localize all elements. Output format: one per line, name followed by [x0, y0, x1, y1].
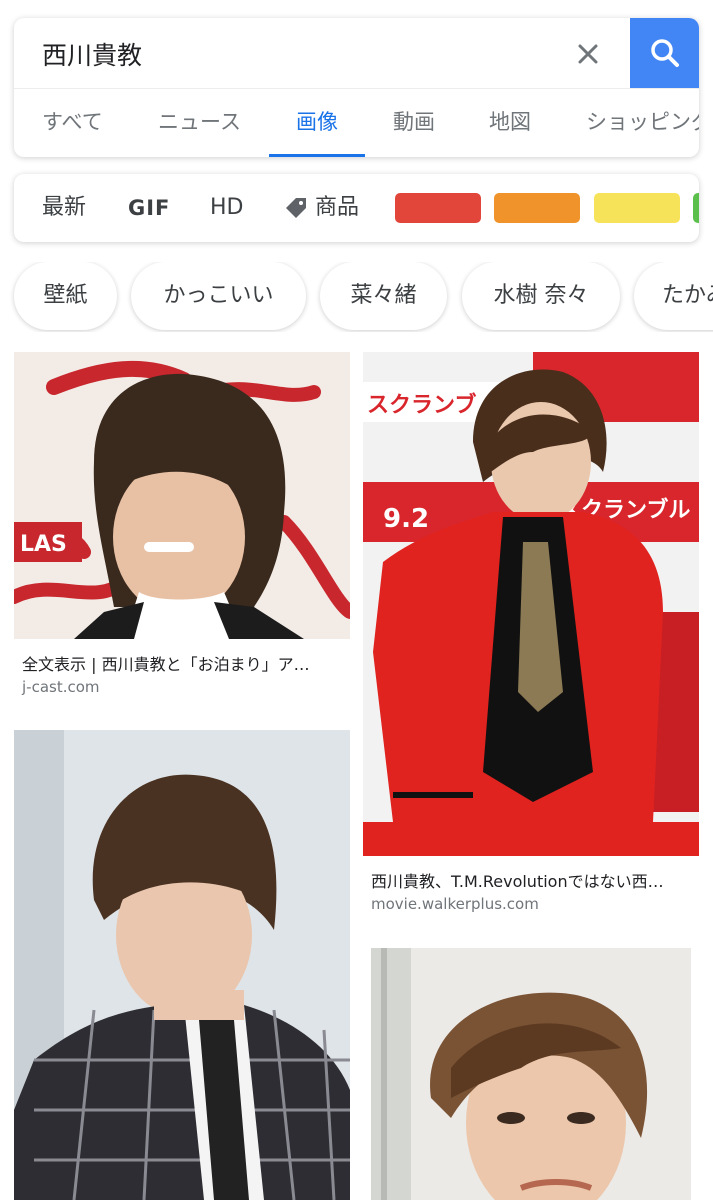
chip-mizuki-nana[interactable]: 水樹 奈々: [462, 262, 620, 330]
result-image: スクランブ 9.2 スクランブル: [363, 352, 699, 856]
result-thumbnail[interactable]: LAS: [14, 352, 350, 639]
result-source: j-cast.com: [22, 678, 100, 696]
result-thumbnail[interactable]: [371, 948, 691, 1200]
tab-news[interactable]: ニュース: [158, 89, 241, 157]
close-icon: [578, 44, 598, 64]
filter-products[interactable]: 商品: [315, 174, 359, 242]
clear-button[interactable]: [566, 32, 610, 76]
result-thumbnail[interactable]: スクランブ 9.2 スクランブル: [363, 352, 699, 856]
tab-shopping[interactable]: ショッピング: [586, 89, 699, 157]
color-filter-yellow[interactable]: [594, 193, 680, 223]
search-input[interactable]: [42, 32, 522, 76]
chip-wallpaper[interactable]: 壁紙: [14, 262, 117, 330]
image-result[interactable]: [14, 730, 350, 1200]
tag-icon: [286, 198, 306, 218]
search-tabs: すべて ニュース 画像 動画 地図 ショッピング: [14, 88, 699, 157]
result-image: LAS: [14, 352, 350, 639]
color-filter-green[interactable]: [693, 193, 699, 223]
result-source: movie.walkerplus.com: [371, 895, 539, 913]
chip-takamina[interactable]: たかみな: [634, 262, 713, 330]
filter-latest[interactable]: 最新: [42, 174, 86, 242]
image-result[interactable]: [363, 948, 699, 1200]
related-searches: 壁紙 かっこいい 菜々緒 水樹 奈々 たかみな: [0, 262, 713, 332]
result-image: [14, 730, 350, 1200]
svg-text:LAS: LAS: [20, 532, 67, 557]
color-filter-orange[interactable]: [494, 193, 580, 223]
tab-images[interactable]: 画像: [286, 89, 348, 157]
search-row: [14, 18, 699, 88]
result-title[interactable]: 全文表示 | 西川貴教と「お泊まり」ア…: [22, 651, 346, 675]
tab-maps[interactable]: 地図: [488, 89, 532, 157]
color-filter-red[interactable]: [395, 193, 481, 223]
chip-cool[interactable]: かっこいい: [131, 262, 306, 330]
image-result[interactable]: LAS 全文表示 | 西川貴教と「お泊まり」ア… j-cast.com: [14, 352, 350, 700]
result-thumbnail[interactable]: [14, 730, 350, 1200]
active-tab-indicator: [269, 154, 365, 157]
search-button[interactable]: [630, 18, 699, 88]
svg-text:9.2: 9.2: [383, 504, 429, 534]
filter-gif[interactable]: GIF: [128, 174, 170, 242]
chip-nanao[interactable]: 菜々緒: [320, 262, 447, 330]
tab-all[interactable]: すべて: [42, 89, 103, 157]
filter-hd[interactable]: HD: [210, 174, 243, 242]
result-title[interactable]: 西川貴教、T.M.Revolutionではない西…: [371, 868, 695, 892]
svg-text:スクランブ: スクランブ: [367, 392, 476, 418]
result-image: [371, 948, 691, 1200]
image-result[interactable]: スクランブ 9.2 スクランブル 西川貴教、T.M.Revolutionではない…: [363, 352, 699, 918]
search-card: すべて ニュース 画像 動画 地図 ショッピング: [14, 18, 699, 157]
search-icon: [650, 39, 679, 67]
tab-videos[interactable]: 動画: [392, 89, 436, 157]
filter-bar: 最新 GIF HD 商品: [14, 174, 699, 242]
